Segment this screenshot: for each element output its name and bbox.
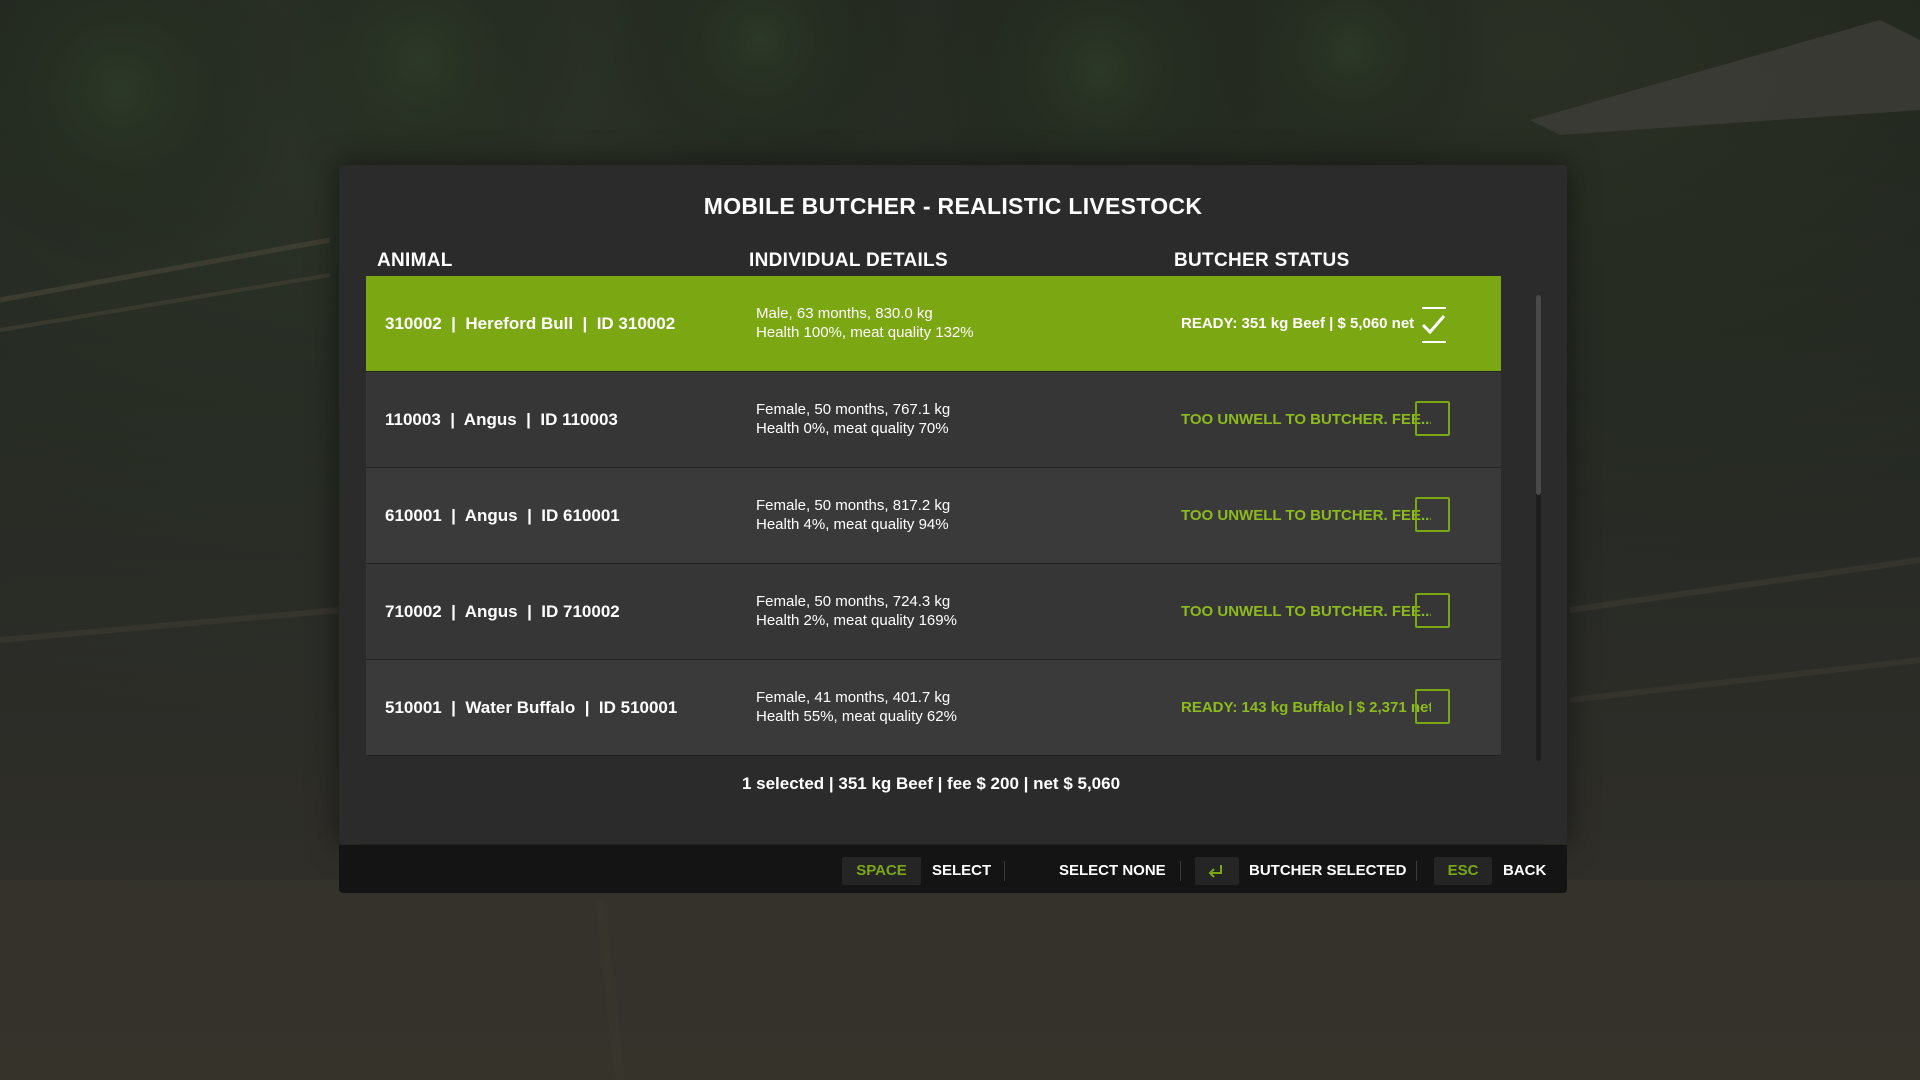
details-line-2: Health 4%, meat quality 94% — [756, 516, 949, 533]
mobile-butcher-dialog: MOBILE BUTCHER - REALISTIC LIVESTOCK ANI… — [339, 165, 1567, 844]
butcher-status: READY: 351 kg Beef | $ 5,060 net — [1181, 315, 1415, 332]
details-line-1: Male, 63 months, 830.0 kg — [756, 305, 933, 322]
animal-row[interactable]: 710002 | Angus | ID 710002 Female, 50 mo… — [366, 564, 1501, 660]
animal-list: 310002 | Hereford Bull | ID 310002 Male,… — [366, 276, 1501, 756]
butcher-status: TOO UNWELL TO BUTCHER. FEE... — [1181, 603, 1431, 620]
footer-divider — [1180, 861, 1181, 881]
enter-icon — [1208, 865, 1222, 878]
animal-row[interactable]: 510001 | Water Buffalo | ID 510001 Femal… — [366, 660, 1501, 756]
animal-details: Male, 63 months, 830.0 kg Health 100%, m… — [756, 304, 974, 342]
column-header-animal: ANIMAL — [377, 250, 453, 271]
animal-name: 110003 | Angus | ID 110003 — [385, 410, 618, 429]
back-button[interactable]: BACK — [1503, 857, 1546, 885]
animal-row[interactable]: 610001 | Angus | ID 610001 Female, 50 mo… — [366, 468, 1501, 564]
select-button[interactable]: SELECT — [932, 857, 991, 885]
animal-details: Female, 50 months, 817.2 kg Health 4%, m… — [756, 496, 950, 534]
animal-name: 610001 | Angus | ID 610001 — [385, 506, 620, 525]
animal-row[interactable]: 310002 | Hereford Bull | ID 310002 Male,… — [366, 276, 1501, 372]
footer-divider — [1416, 861, 1417, 881]
column-header-details: INDIVIDUAL DETAILS — [749, 250, 948, 271]
selection-summary: 1 selected | 351 kg Beef | fee $ 200 | n… — [741, 774, 1121, 793]
row-checkbox[interactable] — [1415, 497, 1450, 532]
enter-key-button[interactable] — [1195, 857, 1239, 885]
animal-name: 310002 | Hereford Bull | ID 310002 — [385, 314, 676, 333]
animal-name: 510001 | Water Buffalo | ID 510001 — [385, 698, 678, 717]
row-checkbox[interactable] — [1415, 689, 1450, 724]
row-checkbox[interactable] — [1415, 401, 1450, 436]
animal-row[interactable]: 110003 | Angus | ID 110003 Female, 50 mo… — [366, 372, 1501, 468]
dialog-title: MOBILE BUTCHER - REALISTIC LIVESTOCK — [703, 193, 1203, 219]
details-line-1: Female, 50 months, 767.1 kg — [756, 401, 951, 418]
scrollbar-thumb[interactable] — [1536, 295, 1541, 495]
footer-divider — [1004, 861, 1005, 881]
esc-key-button[interactable]: ESC — [1434, 857, 1492, 885]
column-header-status: BUTCHER STATUS — [1174, 250, 1350, 271]
details-line-2: Health 55%, meat quality 62% — [756, 708, 957, 725]
checkbox-checked-icon[interactable] — [1415, 305, 1450, 345]
animal-details: Female, 50 months, 767.1 kg Health 0%, m… — [756, 400, 950, 438]
animal-details: Female, 50 months, 724.3 kg Health 2%, m… — [756, 592, 957, 630]
details-line-2: Health 100%, meat quality 132% — [756, 324, 974, 341]
details-line-2: Health 2%, meat quality 169% — [756, 612, 957, 629]
row-checkbox[interactable] — [1415, 593, 1450, 628]
details-line-1: Female, 41 months, 401.7 kg — [756, 689, 951, 706]
select-none-button[interactable]: SELECT NONE — [1059, 857, 1166, 885]
footer-button-bar: SPACE SELECT SELECT NONE BUTCHER SELECTE… — [339, 845, 1567, 893]
animal-details: Female, 41 months, 401.7 kg Health 55%, … — [756, 688, 957, 726]
animal-name: 710002 | Angus | ID 710002 — [385, 602, 620, 621]
details-line-2: Health 0%, meat quality 70% — [756, 420, 949, 437]
space-key-button[interactable]: SPACE — [842, 857, 921, 885]
details-line-1: Female, 50 months, 724.3 kg — [756, 593, 951, 610]
butcher-status: READY: 143 kg Buffalo | $ 2,371 net — [1181, 699, 1431, 716]
details-line-1: Female, 50 months, 817.2 kg — [756, 497, 951, 514]
butcher-status: TOO UNWELL TO BUTCHER. FEE... — [1181, 507, 1431, 524]
butcher-status: TOO UNWELL TO BUTCHER. FEE... — [1181, 411, 1431, 428]
butcher-selected-button[interactable]: BUTCHER SELECTED — [1249, 857, 1407, 885]
list-scrollbar[interactable] — [1536, 295, 1541, 761]
